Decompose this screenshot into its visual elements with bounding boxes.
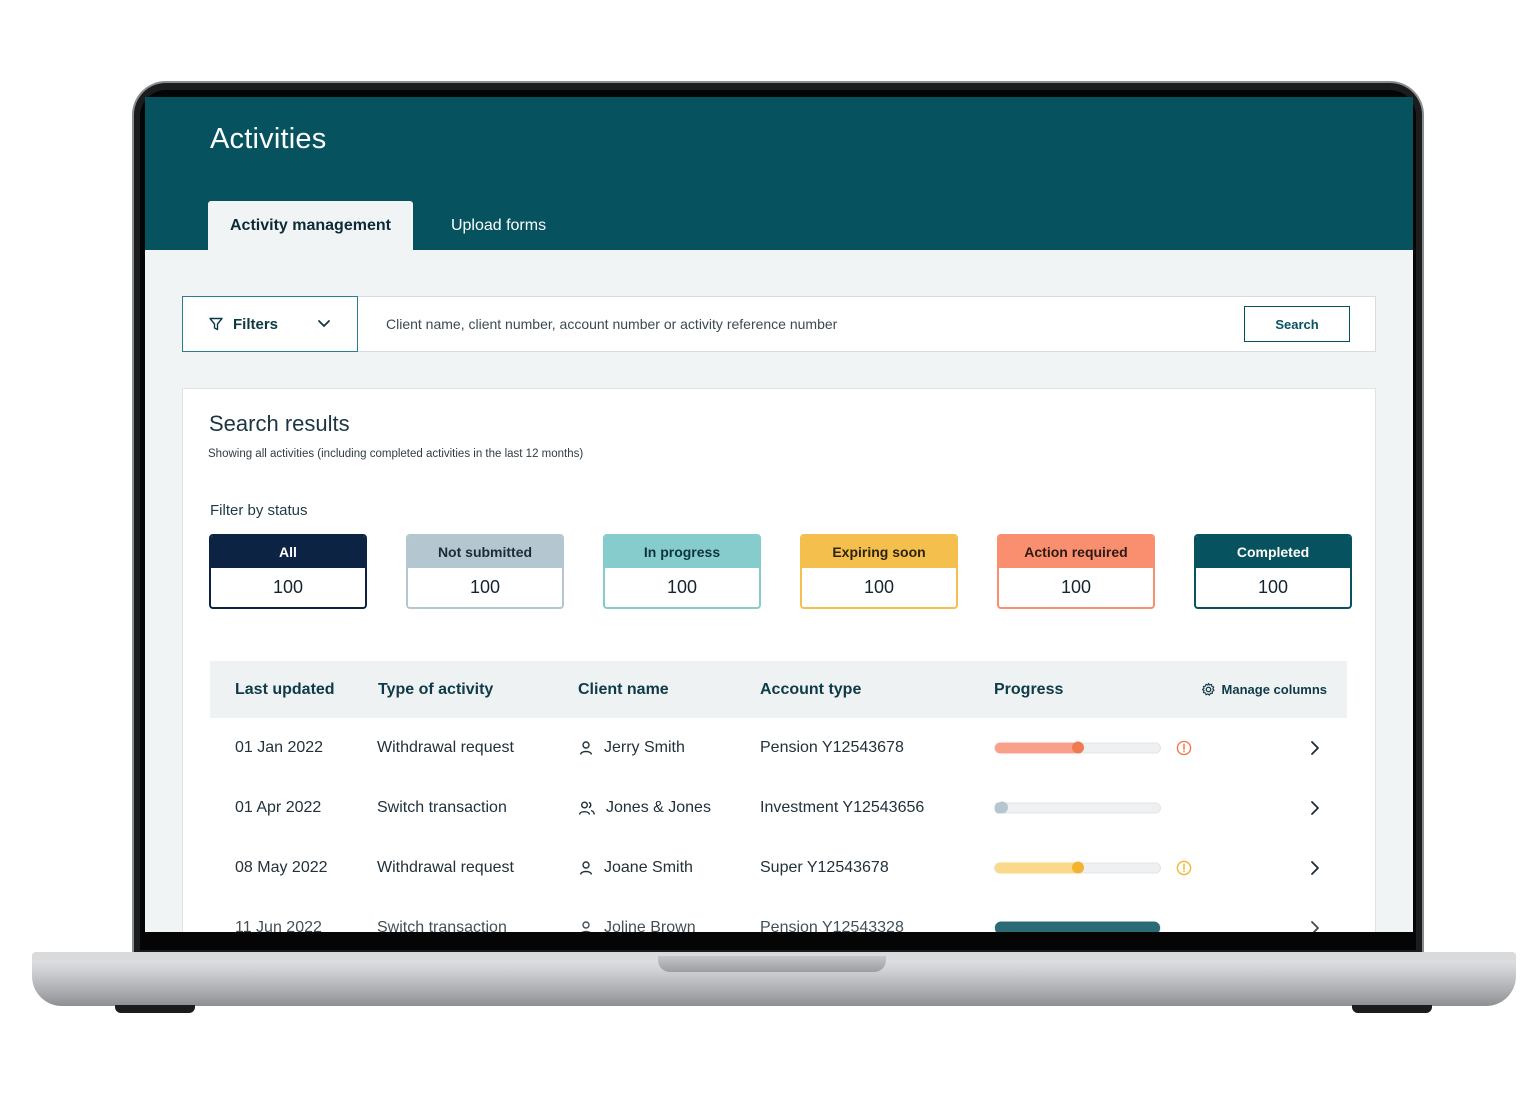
tab-bar: Activity management Upload forms xyxy=(208,201,568,250)
status-card-not-submitted[interactable]: Not submitted 100 xyxy=(406,534,564,609)
progress-marker xyxy=(1071,861,1084,874)
search-input[interactable] xyxy=(358,297,1244,351)
cell-client-name: Jerry Smith xyxy=(578,739,685,757)
status-card-expiring-soon[interactable]: Expiring soon 100 xyxy=(800,534,958,609)
progress-marker xyxy=(1071,741,1084,754)
progress-fill xyxy=(995,921,1160,932)
progress-fill xyxy=(995,742,1078,754)
column-account-type[interactable]: Account type xyxy=(760,681,861,699)
status-card-action-required[interactable]: Action required 100 xyxy=(997,534,1155,609)
activities-table: Last updated Type of activity Client nam… xyxy=(210,661,1347,932)
tab-activity-management[interactable]: Activity management xyxy=(208,201,413,250)
cell-client-name: Joline Brown xyxy=(578,919,696,932)
status-card-all[interactable]: All 100 xyxy=(209,534,367,609)
cell-type-of-activity: Withdrawal request xyxy=(377,739,514,756)
column-last-updated[interactable]: Last updated xyxy=(235,681,335,699)
progress-marker xyxy=(995,801,1008,814)
laptop-foot-right xyxy=(1352,1005,1432,1013)
status-card-count: 100 xyxy=(863,577,895,597)
status-card-label: Not submitted xyxy=(408,536,562,568)
status-card-label: Action required xyxy=(999,536,1153,568)
person-icon xyxy=(578,920,594,932)
chevron-right-icon[interactable] xyxy=(1310,860,1320,876)
cell-type-of-activity: Switch transaction xyxy=(377,919,507,932)
progress-fill xyxy=(995,862,1078,874)
status-card-count: 100 xyxy=(1257,577,1289,597)
manage-columns-label: Manage columns xyxy=(1221,682,1327,697)
cell-client-name: Joane Smith xyxy=(578,859,693,877)
progress-bar xyxy=(994,921,1161,932)
table-header: Last updated Type of activity Client nam… xyxy=(210,661,1347,718)
status-card-label: In progress xyxy=(605,536,759,568)
status-card-count: 100 xyxy=(272,577,304,597)
cell-last-updated: 11 Jun 2022 xyxy=(235,919,322,932)
chevron-right-icon[interactable] xyxy=(1310,800,1320,816)
filters-dropdown[interactable]: Filters xyxy=(182,296,358,352)
funnel-icon xyxy=(209,317,223,331)
client-name-text: Jones & Jones xyxy=(606,799,711,816)
laptop-notch xyxy=(658,956,886,972)
search-bar: Filters Search xyxy=(182,296,1376,352)
progress-bar xyxy=(994,861,1161,874)
chevron-right-icon[interactable] xyxy=(1310,740,1320,756)
cell-account-type: Investment Y12543656 xyxy=(760,799,925,816)
status-card-count: 100 xyxy=(666,577,698,597)
client-name-text: Joline Brown xyxy=(604,919,696,932)
person-icon xyxy=(578,740,594,756)
warning-icon xyxy=(1176,860,1192,876)
tab-upload-forms[interactable]: Upload forms xyxy=(413,201,568,250)
results-title: Search results xyxy=(209,411,350,436)
column-progress[interactable]: Progress xyxy=(994,681,1063,699)
cell-type-of-activity: Withdrawal request xyxy=(377,859,514,876)
progress-bar xyxy=(994,741,1161,754)
table-row[interactable]: 11 Jun 2022 Switch transaction Joline Brow… xyxy=(210,898,1347,932)
cell-last-updated: 01 Jan 2022 xyxy=(235,739,324,756)
chevron-right-icon[interactable] xyxy=(1310,920,1320,932)
cell-account-type: Pension Y12543328 xyxy=(760,919,904,932)
table-row[interactable]: 08 May 2022 Withdrawal request Joane Smith… xyxy=(210,838,1347,898)
client-name-text: Jerry Smith xyxy=(604,739,685,756)
person-icon xyxy=(578,860,594,876)
cell-type-of-activity: Switch transaction xyxy=(377,799,507,816)
cell-account-type: Pension Y12543678 xyxy=(760,739,904,756)
warning-icon xyxy=(1176,740,1192,756)
status-card-label: Expiring soon xyxy=(802,536,956,568)
table-row[interactable]: 01 Apr 2022 Switch transaction Jones & Jon… xyxy=(210,778,1347,838)
search-button[interactable]: Search xyxy=(1244,306,1350,342)
status-card-label: Completed xyxy=(1196,536,1350,568)
group-icon xyxy=(578,800,596,816)
cell-last-updated: 01 Apr 2022 xyxy=(235,799,322,816)
filter-by-status-label: Filter by status xyxy=(210,502,308,519)
app-screen: Activities Activity management Upload fo… xyxy=(145,97,1413,932)
table-row[interactable]: 01 Jan 2022 Withdrawal request Jerry Smith… xyxy=(210,718,1347,778)
status-filter-cards: All 100 Not submitted 100 In progress 100 Expi… xyxy=(209,534,1352,609)
column-type-of-activity[interactable]: Type of activity xyxy=(378,681,493,699)
status-card-count: 100 xyxy=(1060,577,1092,597)
status-card-completed[interactable]: Completed 100 xyxy=(1194,534,1352,609)
status-card-label: All xyxy=(211,536,365,568)
page-title: Activities xyxy=(210,123,327,155)
status-card-in-progress[interactable]: In progress 100 xyxy=(603,534,761,609)
client-name-text: Joane Smith xyxy=(604,859,693,876)
search-results-card: Search results Showing all activities (i… xyxy=(182,388,1376,932)
results-subtitle: Showing all activities (including comple… xyxy=(208,448,584,460)
status-card-count: 100 xyxy=(469,577,501,597)
table-body: 01 Jan 2022 Withdrawal request Jerry Smith… xyxy=(210,718,1347,932)
column-client-name[interactable]: Client name xyxy=(578,681,669,699)
chevron-down-icon xyxy=(318,320,330,328)
cell-account-type: Super Y12543678 xyxy=(760,859,889,876)
gear-icon xyxy=(1201,682,1215,696)
progress-bar xyxy=(994,801,1161,814)
app-header: Activities Activity management Upload fo… xyxy=(145,97,1413,250)
cell-client-name: Jones & Jones xyxy=(578,799,711,817)
manage-columns-button[interactable]: Manage columns xyxy=(1201,682,1327,697)
laptop-foot-left xyxy=(115,1005,195,1013)
filters-label: Filters xyxy=(233,315,279,333)
cell-last-updated: 08 May 2022 xyxy=(235,859,328,876)
